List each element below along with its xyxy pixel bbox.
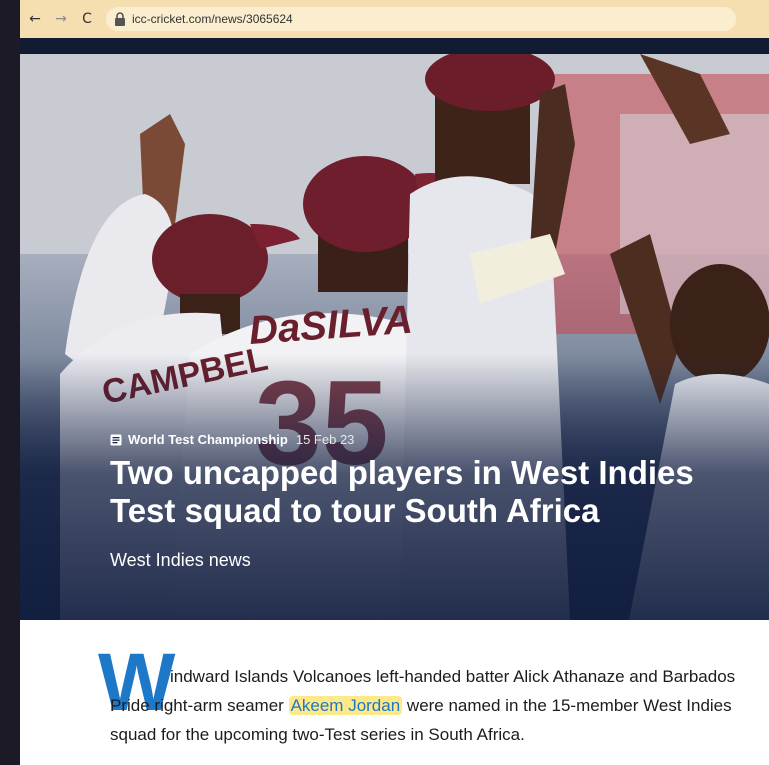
lock-icon (115, 12, 125, 26)
hero-image: CAMPBEL DaSILVA 35 World Test Championsh… (20, 54, 769, 620)
forward-arrow-icon[interactable]: → (50, 8, 72, 30)
article-body: W indward Islands Volcanoes left-handed … (20, 620, 769, 765)
publish-date: 15 Feb 23 (295, 432, 355, 447)
article-headline: Two uncapped players in West Indies Test… (110, 454, 694, 529)
site-header-strip (20, 38, 769, 54)
browser-toolbar: ← → C icc-cricket.com/news/3065624 (20, 0, 769, 38)
reload-icon[interactable]: C (76, 8, 98, 30)
article-paragraph: indward Islands Volcanoes left-handed ba… (110, 662, 740, 749)
article-meta: World Test Championship 15 Feb 23 (110, 432, 354, 447)
category-link[interactable]: World Test Championship (128, 432, 288, 447)
browser-window: ← → C icc-cricket.com/news/3065624 DaSIL… (20, 0, 769, 765)
address-bar[interactable]: icc-cricket.com/news/3065624 (106, 7, 736, 31)
url-text: icc-cricket.com/news/3065624 (132, 12, 293, 26)
article-subheadline[interactable]: West Indies news (110, 550, 251, 571)
highlighted-player-link[interactable]: Akeem Jordan (288, 696, 403, 715)
article-icon (110, 434, 122, 445)
back-arrow-icon[interactable]: ← (24, 8, 46, 30)
